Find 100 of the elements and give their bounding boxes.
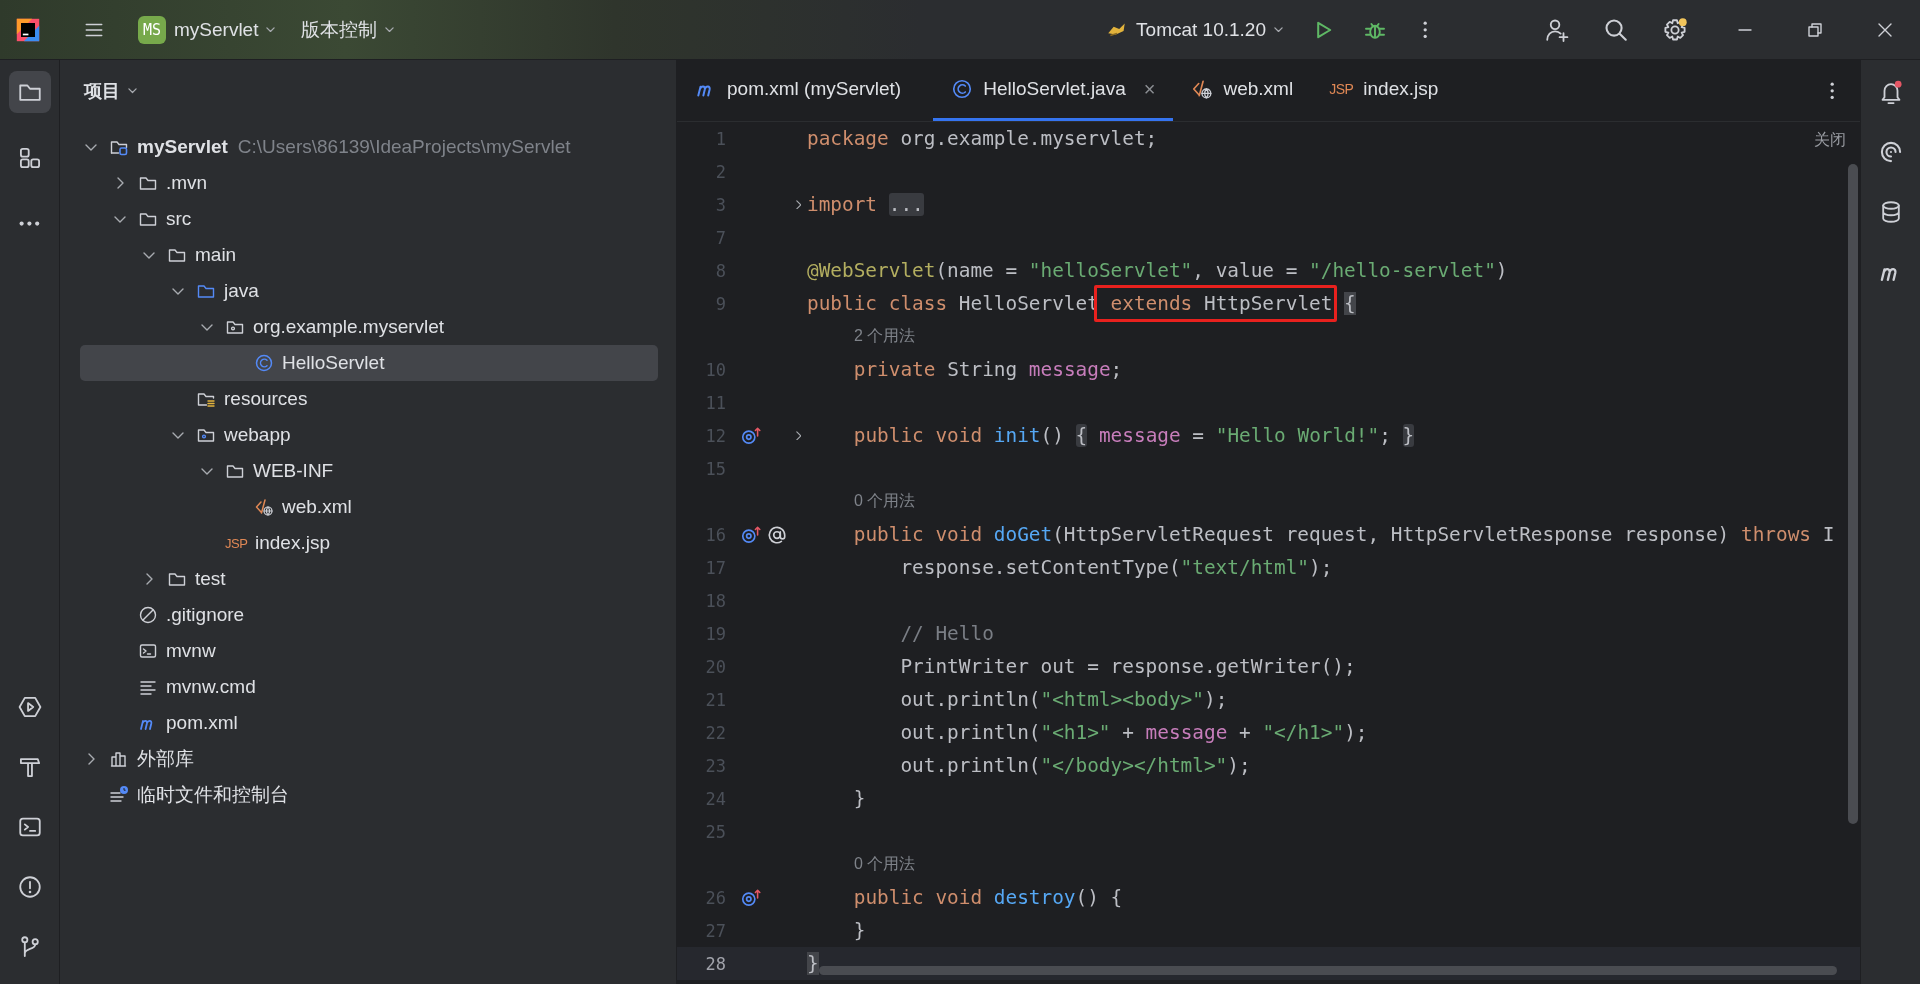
code-token: HttpServlet bbox=[1204, 292, 1333, 315]
chevron-down-icon bbox=[128, 88, 137, 94]
code-token: package bbox=[807, 127, 889, 150]
tree-item[interactable]: myServlet C:\Users\86139\IdeaProjects\myServlet bbox=[80, 129, 658, 165]
tree-item[interactable]: resources bbox=[80, 381, 658, 417]
code-token: throws bbox=[1741, 523, 1812, 546]
usage-hint[interactable]: 0 个用法 bbox=[807, 491, 916, 512]
script-icon bbox=[138, 641, 158, 661]
tree-item[interactable]: webapp bbox=[80, 417, 658, 453]
more-icon bbox=[19, 221, 40, 227]
code-token: "<html><body>" bbox=[1040, 688, 1204, 711]
project-selector[interactable]: MS myServlet bbox=[132, 9, 282, 50]
code-token: ); bbox=[1227, 754, 1251, 777]
code-token: () bbox=[1040, 424, 1064, 447]
tree-item[interactable]: JSP index.jsp bbox=[80, 525, 658, 561]
code-token: "/hello-servlet" bbox=[1309, 259, 1496, 282]
code-token: message bbox=[1145, 721, 1228, 744]
more-icon bbox=[1422, 20, 1428, 39]
editor-tab[interactable]: HelloServlet.java × bbox=[933, 60, 1174, 121]
code-token: public void bbox=[853, 424, 983, 447]
code-token: } bbox=[853, 919, 866, 942]
tree-item[interactable]: pom.xml bbox=[80, 705, 658, 741]
code-token: + bbox=[1239, 721, 1251, 744]
tree-item[interactable]: org.example.myservlet bbox=[80, 309, 658, 345]
folder-tool-button[interactable] bbox=[8, 71, 51, 113]
code-token: ); bbox=[1203, 688, 1228, 711]
override-icon bbox=[740, 886, 762, 909]
code-token: ... bbox=[888, 193, 924, 216]
code-token: ; bbox=[1379, 424, 1391, 447]
code-token: // Hello bbox=[900, 622, 994, 645]
usage-hint[interactable]: 2 个用法 bbox=[807, 326, 916, 347]
tree-item[interactable]: java bbox=[80, 273, 658, 309]
code-token: } bbox=[853, 787, 866, 810]
library-icon bbox=[109, 749, 129, 769]
tree-item[interactable]: HelloServlet bbox=[80, 345, 658, 381]
chevron-down-icon bbox=[266, 26, 276, 33]
scrollbar[interactable] bbox=[1848, 164, 1858, 824]
hexagon-play-icon bbox=[16, 694, 43, 720]
minimize-icon bbox=[1738, 28, 1752, 31]
code-token: response.setContentType( bbox=[900, 556, 1181, 579]
panel-title-dropdown[interactable]: 项目 bbox=[80, 75, 141, 107]
code-token: { bbox=[1075, 424, 1088, 447]
tree-item[interactable]: main bbox=[80, 237, 658, 273]
code-token: message bbox=[1028, 358, 1111, 381]
code-token: ; bbox=[1110, 358, 1123, 381]
ignore-icon bbox=[138, 605, 158, 625]
editor-tab[interactable]: web.xml bbox=[1187, 60, 1312, 121]
tree-item[interactable]: WEB-INF bbox=[80, 453, 658, 489]
code-token: public class bbox=[807, 292, 948, 315]
code-token: out.println( bbox=[900, 688, 1041, 711]
alert-icon bbox=[16, 874, 43, 900]
tree-item[interactable]: mvnw bbox=[80, 633, 658, 669]
code-token: message bbox=[1098, 424, 1181, 447]
more-icon bbox=[1829, 81, 1835, 100]
code-token: , value = bbox=[1192, 259, 1298, 282]
tree-item[interactable]: test bbox=[80, 561, 658, 597]
run-configuration-selector[interactable]: Tomcat 10.1.20 bbox=[1100, 9, 1289, 50]
file-type-label: JSP bbox=[1329, 81, 1354, 97]
scratches-icon bbox=[109, 785, 129, 805]
code-token: = bbox=[1192, 424, 1205, 447]
tree-item[interactable]: mvnw.cmd bbox=[80, 669, 658, 705]
settings-icon bbox=[1662, 16, 1688, 43]
class-icon bbox=[254, 353, 274, 373]
project-badge: MS bbox=[138, 15, 166, 44]
reader-mode-close-link[interactable]: 关闭 bbox=[1814, 130, 1846, 151]
tree-item[interactable]: .gitignore bbox=[80, 597, 658, 633]
code-token: } bbox=[1402, 424, 1415, 447]
code-token: out.println( bbox=[900, 754, 1041, 777]
scrollbar[interactable] bbox=[819, 966, 1837, 975]
code-token: out.println( bbox=[900, 721, 1041, 744]
code-token: doGet bbox=[993, 523, 1053, 546]
code-token: PrintWriter out = response.getWriter(); bbox=[900, 655, 1356, 678]
code-token: I bbox=[1822, 523, 1835, 546]
code-token: extends bbox=[1110, 292, 1193, 315]
code-token: (name = bbox=[935, 259, 1018, 282]
tree-item[interactable]: web.xml bbox=[80, 489, 658, 525]
xml-icon bbox=[1191, 78, 1214, 100]
line-number: 28 bbox=[704, 953, 726, 974]
tree-item[interactable]: 外部库 bbox=[80, 741, 658, 777]
code-token: "</h1>" bbox=[1262, 721, 1345, 744]
code-token: init bbox=[993, 424, 1041, 447]
code-token: (HttpServletRequest request, HttpServletResponse response) bbox=[1052, 523, 1730, 546]
code-token: HelloServlet bbox=[958, 292, 1099, 315]
code-token: ) bbox=[1495, 259, 1508, 282]
code-token: destroy bbox=[993, 886, 1076, 909]
code-token: @WebServlet bbox=[807, 259, 936, 282]
xml-icon bbox=[254, 497, 274, 517]
tree-item[interactable]: 临时文件和控制台 bbox=[80, 777, 658, 813]
code-token: org.example.myservlet; bbox=[900, 127, 1158, 150]
usage-hint[interactable]: 0 个用法 bbox=[807, 854, 916, 875]
code-token: "</body></html>" bbox=[1040, 754, 1228, 777]
code-token: private bbox=[853, 358, 936, 381]
tree-item[interactable]: src bbox=[80, 201, 658, 237]
tree-item[interactable]: .mvn bbox=[80, 165, 658, 201]
code-token: String bbox=[947, 358, 1018, 381]
code-token: public void bbox=[853, 886, 983, 909]
editor-tab[interactable]: JSP index.jsp bbox=[1325, 60, 1457, 121]
editor-tab[interactable]: pom.xml (myServlet) bbox=[691, 60, 920, 121]
close-tab-button[interactable]: × bbox=[1143, 77, 1156, 101]
vcs-menu[interactable]: 版本控制 bbox=[295, 9, 401, 50]
